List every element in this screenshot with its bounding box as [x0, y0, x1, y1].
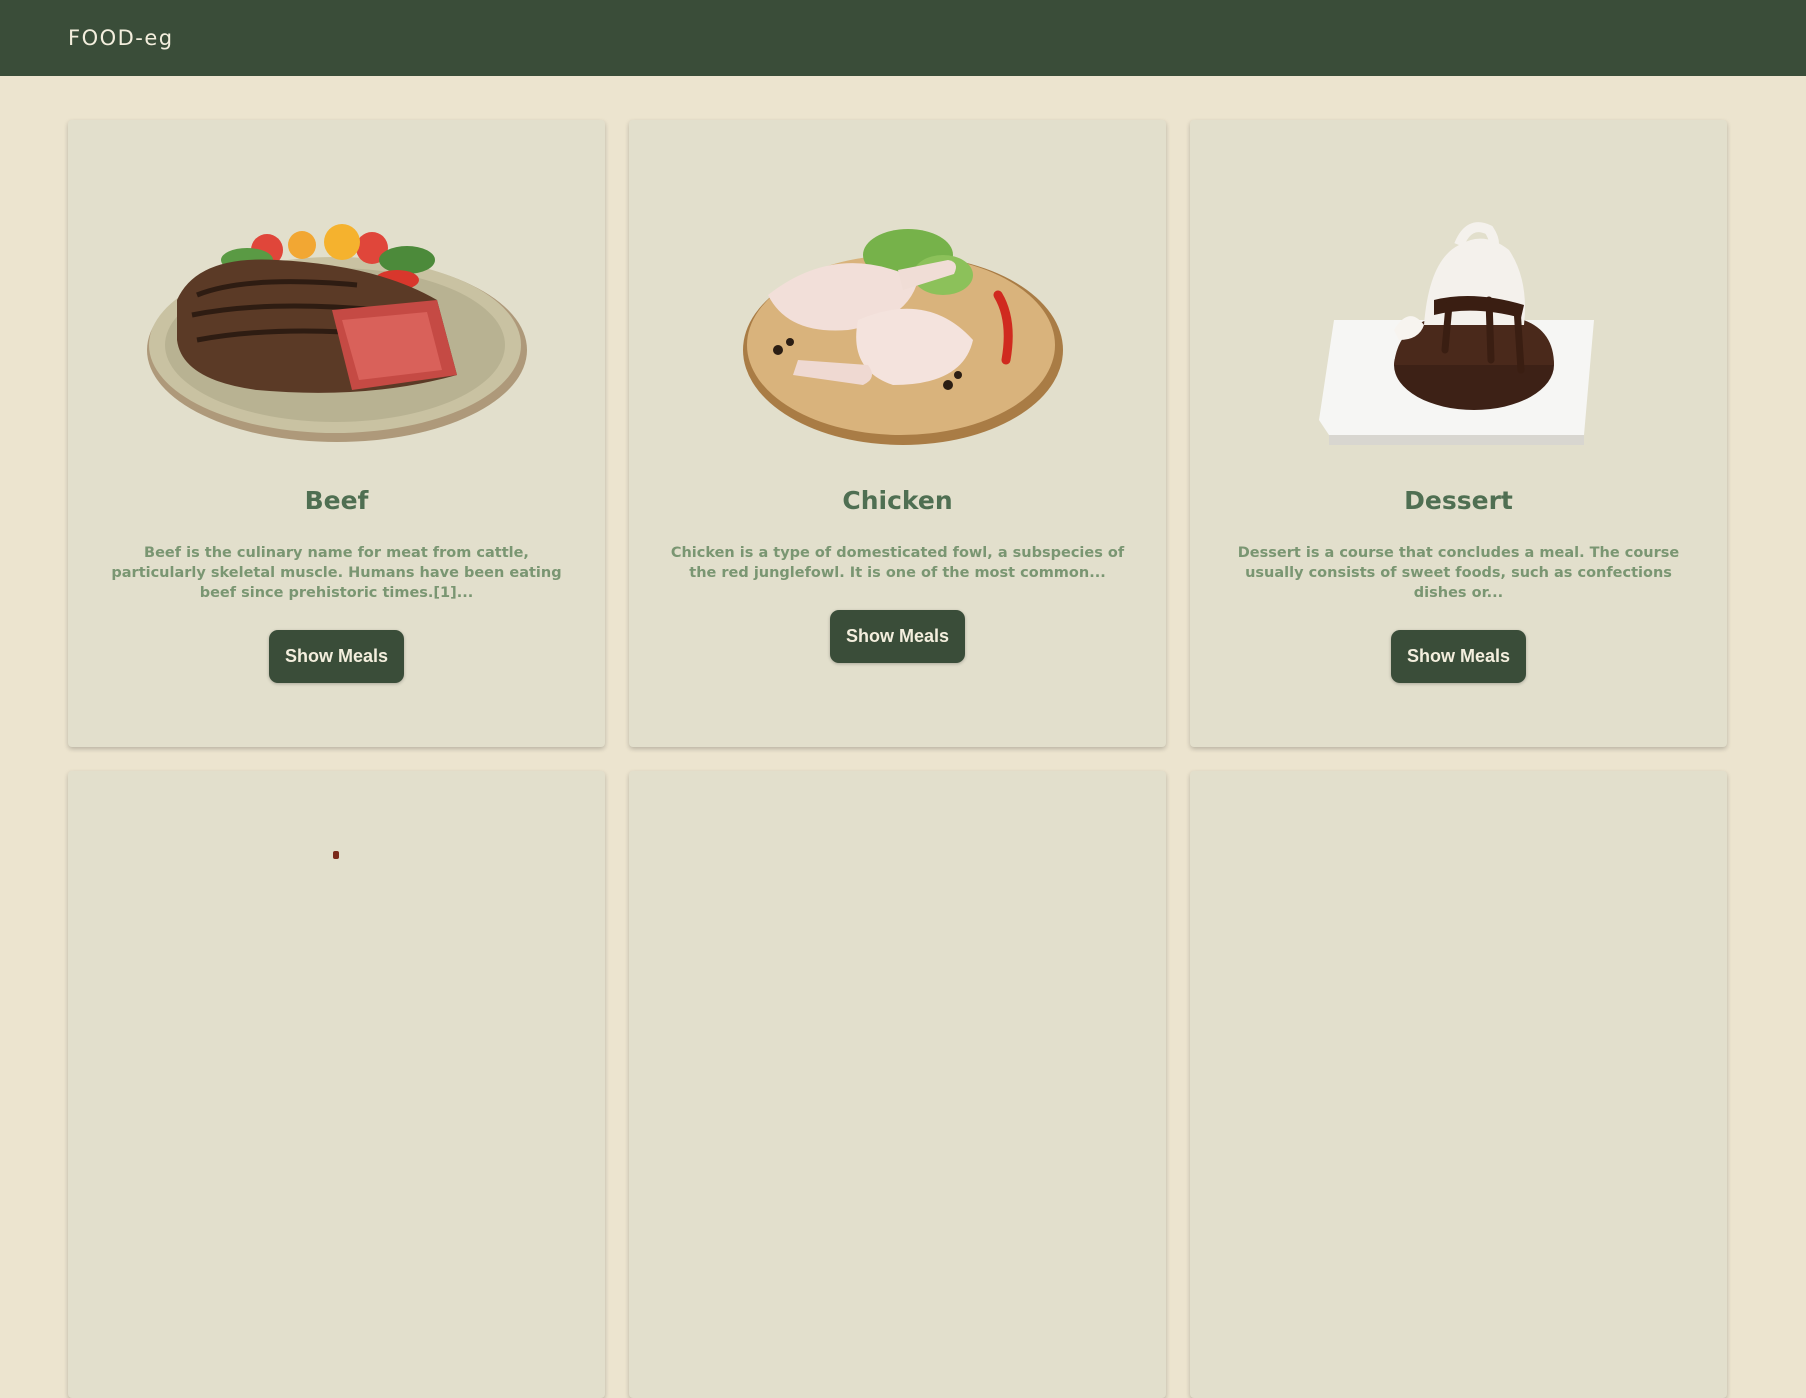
category-card[interactable] [68, 771, 605, 1398]
show-meals-button[interactable]: Show Meals [1390, 630, 1527, 683]
card-description: Dessert is a course that concludes a mea… [1237, 545, 1680, 601]
category-card[interactable] [1190, 771, 1727, 1398]
navbar: FOOD-eg [0, 0, 1806, 76]
show-meals-button[interactable]: Show Meals [268, 630, 405, 683]
dessert-image [1249, 190, 1669, 460]
show-meals-button[interactable]: Show Meals [829, 610, 966, 663]
card-image-fragment [333, 851, 339, 859]
category-card[interactable] [629, 771, 1166, 1398]
category-grid: Beef Beef is the culinary name for meat … [68, 120, 1727, 1398]
category-card-chicken[interactable]: Chicken Chicken is a type of domesticate… [629, 120, 1166, 747]
category-card-dessert[interactable]: Dessert Dessert is a course that conclud… [1190, 120, 1727, 747]
card-title: Beef [304, 486, 369, 515]
card-description: Beef is the culinary name for meat from … [111, 545, 562, 601]
card-description: Chicken is a type of domesticated fowl, … [670, 545, 1125, 581]
chicken-image [688, 190, 1108, 460]
card-title: Dessert [1404, 486, 1513, 515]
category-card-beef[interactable]: Beef Beef is the culinary name for meat … [68, 120, 605, 747]
card-title: Chicken [842, 486, 953, 515]
beef-image [127, 190, 547, 460]
brand-logo[interactable]: FOOD-eg [68, 26, 174, 50]
